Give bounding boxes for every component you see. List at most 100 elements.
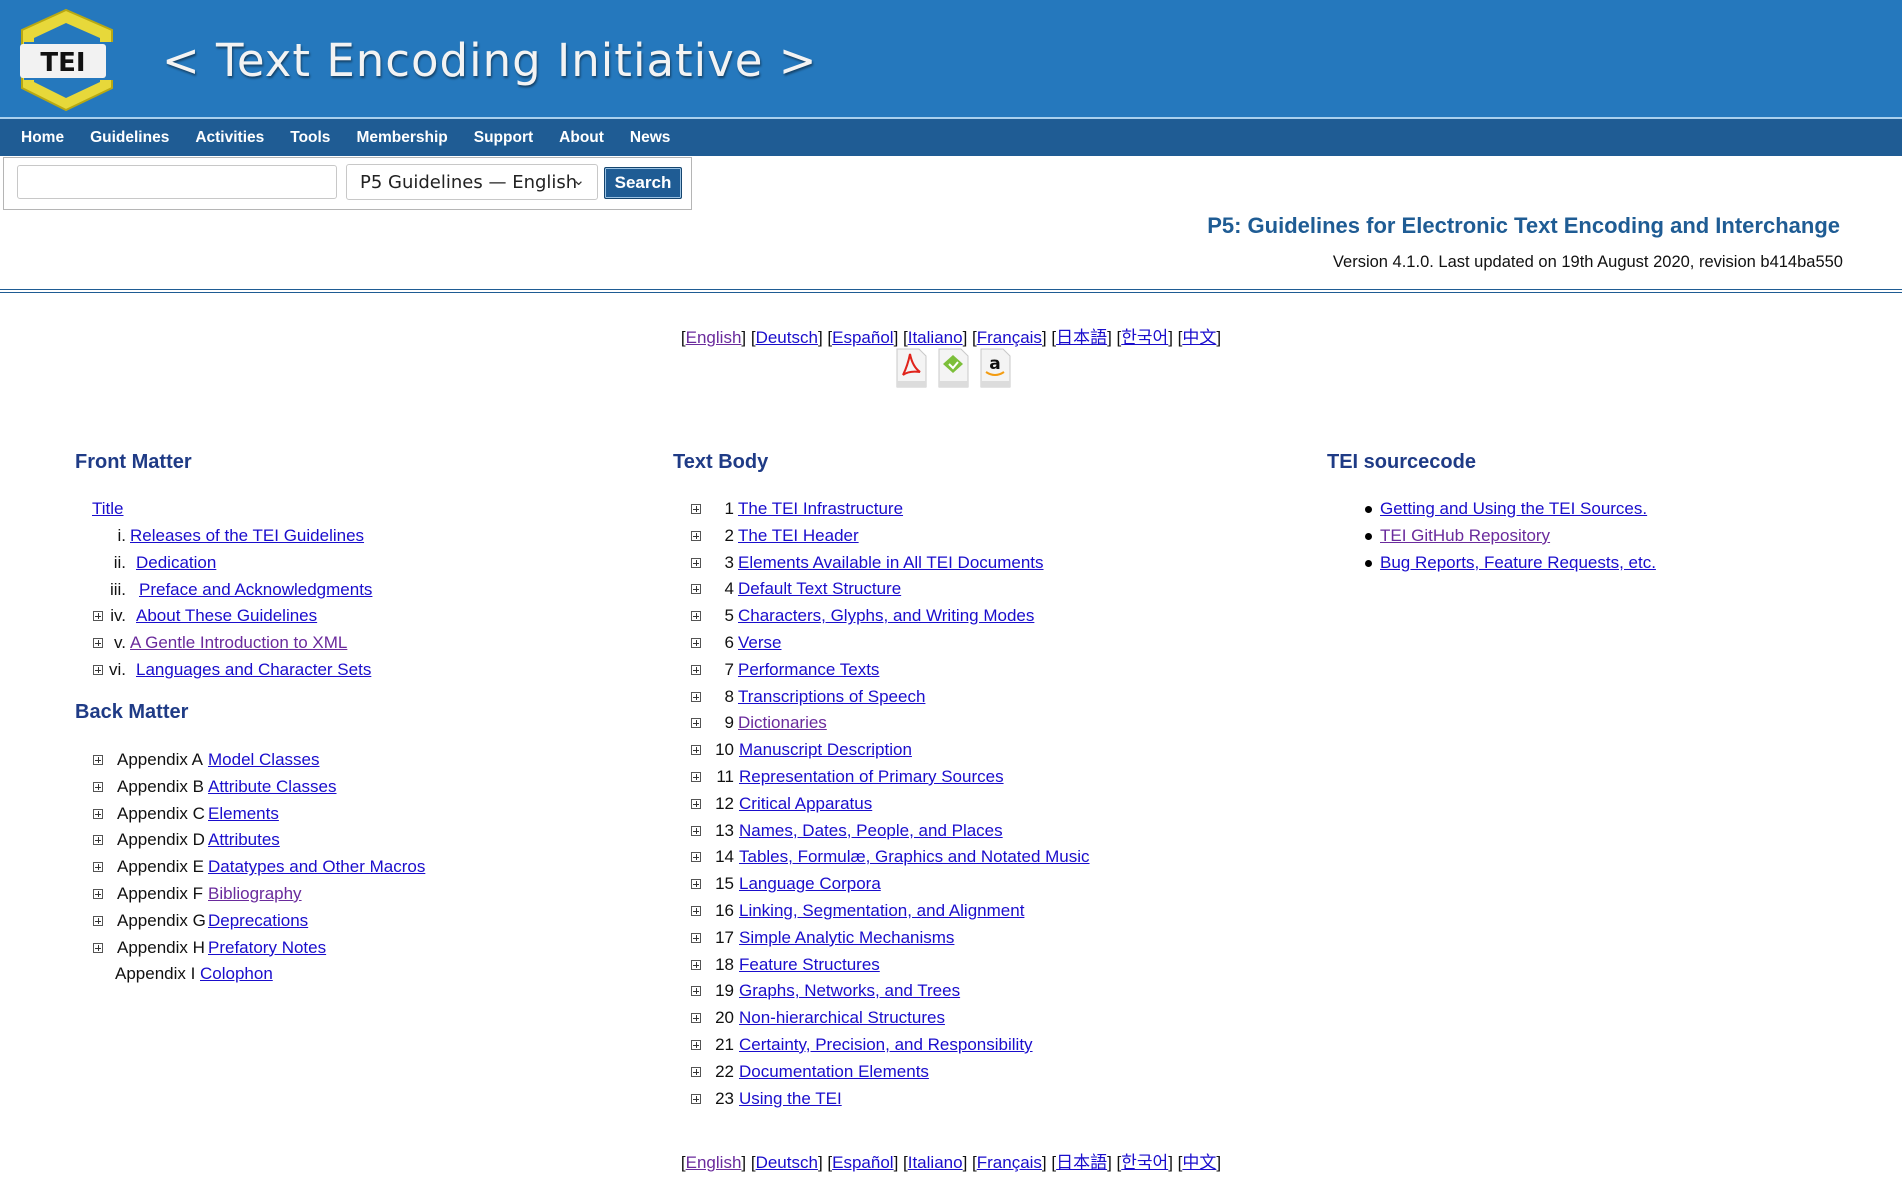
chapter-number: 15 — [715, 874, 734, 894]
toc-row: 9 Dictionaries — [0, 712, 1200, 734]
lang-link-korean[interactable]: 한국어 — [1121, 1153, 1168, 1172]
bullet-icon — [1365, 506, 1372, 513]
expand-toggle-icon[interactable] — [691, 664, 701, 675]
lang-link-japanese[interactable]: 日本語 — [1056, 1153, 1107, 1172]
search-input[interactable] — [17, 165, 337, 199]
toc-row: 14 Tables, Formulæ, Graphics and Notated … — [0, 846, 1200, 868]
sourcecode-link[interactable]: TEI GitHub Repository — [1380, 525, 1550, 547]
text-body-heading: Text Body — [673, 451, 769, 473]
version-info: Version 4.1.0. Last updated on 19th Augu… — [1332, 253, 1843, 271]
lang-link-japanese[interactable]: 日本語 — [1056, 328, 1107, 347]
toc-row: 21 Certainty, Precision, and Responsibili… — [0, 1034, 1200, 1056]
expand-toggle-icon[interactable] — [691, 611, 701, 622]
chapter-link[interactable]: Certainty, Precision, and Responsibility — [739, 1034, 1033, 1056]
expand-toggle-icon[interactable] — [691, 932, 701, 943]
chapter-link[interactable]: Transcriptions of Speech — [738, 686, 925, 708]
lang-link-deutsch[interactable]: Deutsch — [756, 1153, 818, 1172]
lang-link-espanol[interactable]: Español — [832, 328, 893, 347]
chapter-link[interactable]: Graphs, Networks, and Trees — [739, 980, 960, 1002]
expand-toggle-icon[interactable] — [691, 825, 701, 836]
list-item: Bug Reports, Feature Requests, etc. — [0, 552, 1800, 574]
chapter-link[interactable]: Documentation Elements — [739, 1061, 929, 1083]
chapter-link[interactable]: Critical Apparatus — [739, 793, 872, 815]
lang-link-english[interactable]: English — [686, 1153, 742, 1172]
chapter-link[interactable]: Feature Structures — [739, 954, 880, 976]
chapter-link[interactable]: Simple Analytic Mechanisms — [739, 927, 954, 949]
chapter-number: 7 — [724, 659, 734, 679]
pdf-icon[interactable] — [893, 347, 929, 390]
expand-toggle-icon[interactable] — [691, 798, 701, 809]
expand-toggle-icon[interactable] — [691, 1040, 701, 1050]
chapter-link[interactable]: Language Corpora — [739, 873, 881, 895]
chapter-link[interactable]: Non-hierarchical Structures — [739, 1007, 945, 1029]
lang-link-chinese[interactable]: 中文 — [1182, 328, 1216, 347]
chapter-link[interactable]: Dictionaries — [738, 712, 827, 734]
nav-item-support[interactable]: Support — [461, 129, 546, 147]
page-title: P5: Guidelines for Electronic Text Encod… — [1207, 213, 1840, 238]
chapter-number: 9 — [724, 713, 734, 733]
chapter-link[interactable]: Characters, Glyphs, and Writing Modes — [738, 605, 1034, 627]
expand-toggle-icon[interactable] — [691, 906, 701, 916]
nav-item-activities[interactable]: Activities — [182, 129, 277, 147]
toc-row: 4 Default Text Structure — [0, 578, 1200, 600]
chapter-number: 8 — [724, 686, 734, 706]
chapter-number: 10 — [715, 740, 734, 760]
nav-item-membership[interactable]: Membership — [343, 129, 460, 147]
lang-link-francais[interactable]: Français — [977, 1153, 1042, 1172]
expand-toggle-icon[interactable] — [691, 852, 701, 863]
lang-link-espanol[interactable]: Español — [832, 1153, 893, 1172]
chapter-link[interactable]: Manuscript Description — [739, 739, 912, 761]
toc-row: 16 Linking, Segmentation, and Alignment — [0, 900, 1200, 922]
chapter-link[interactable]: Performance Texts — [738, 659, 879, 681]
expand-toggle-icon[interactable] — [691, 584, 701, 595]
chapter-link[interactable]: Names, Dates, People, and Places — [739, 820, 1003, 842]
expand-toggle-icon[interactable] — [691, 638, 701, 648]
chapter-link[interactable]: Tables, Formulæ, Graphics and Notated Mu… — [739, 846, 1090, 868]
nav-item-about[interactable]: About — [546, 129, 617, 147]
nav-item-home[interactable]: Home — [8, 129, 77, 147]
nav-item-guidelines[interactable]: Guidelines — [77, 129, 182, 147]
chapter-link[interactable]: Representation of Primary Sources — [739, 766, 1004, 788]
lang-link-italiano[interactable]: Italiano — [908, 1153, 963, 1172]
guidelines-language-select[interactable]: P5 Guidelines — English ⌄ — [346, 164, 598, 200]
expand-toggle-icon[interactable] — [691, 1093, 701, 1104]
site-title: < Text Encoding Initiative > — [162, 34, 818, 87]
expand-toggle-icon[interactable] — [691, 772, 701, 782]
front-matter-heading: Front Matter — [75, 451, 192, 473]
expand-toggle-icon[interactable] — [691, 986, 701, 997]
toc-row: 22 Documentation Elements — [0, 1061, 1200, 1083]
expand-toggle-icon[interactable] — [691, 691, 701, 702]
expand-toggle-icon[interactable] — [691, 879, 701, 890]
svg-text:a: a — [989, 354, 1000, 374]
chapter-number: 16 — [715, 901, 734, 920]
chapter-link[interactable]: Using the TEI — [739, 1088, 842, 1110]
logo-text: TEI — [40, 48, 85, 78]
chapter-link[interactable]: Verse — [738, 632, 781, 654]
expand-toggle-icon[interactable] — [691, 959, 701, 970]
lang-link-deutsch[interactable]: Deutsch — [756, 328, 818, 347]
lang-link-italiano[interactable]: Italiano — [908, 328, 963, 347]
lang-link-korean[interactable]: 한국어 — [1121, 328, 1168, 347]
chapter-number: 21 — [715, 1035, 734, 1054]
expand-toggle-icon[interactable] — [691, 718, 701, 729]
toc-row: 6 Verse — [0, 632, 1200, 654]
expand-toggle-icon[interactable] — [691, 1013, 701, 1024]
amazon-icon[interactable]: a — [977, 347, 1013, 390]
sourcecode-link[interactable]: Bug Reports, Feature Requests, etc. — [1380, 552, 1656, 574]
sourcecode-link[interactable]: Getting and Using the TEI Sources. — [1380, 498, 1647, 520]
expand-toggle-icon[interactable] — [691, 1066, 701, 1077]
epub-icon[interactable] — [935, 347, 971, 390]
tei-logo[interactable]: TEI — [14, 8, 124, 113]
chapter-link[interactable]: Linking, Segmentation, and Alignment — [739, 900, 1024, 922]
lang-link-francais[interactable]: Français — [977, 328, 1042, 347]
toc-row: 8 Transcriptions of Speech — [0, 686, 1200, 708]
expand-toggle-icon[interactable] — [691, 745, 701, 756]
nav-item-news[interactable]: News — [617, 129, 684, 147]
search-button[interactable]: Search — [604, 167, 682, 199]
nav-item-tools[interactable]: Tools — [277, 129, 343, 147]
select-value: P5 Guidelines — English — [360, 171, 578, 193]
chapter-link[interactable]: Default Text Structure — [738, 578, 901, 600]
chapter-number: 19 — [715, 981, 734, 1001]
lang-link-english[interactable]: English — [686, 328, 742, 347]
lang-link-chinese[interactable]: 中文 — [1182, 1153, 1216, 1172]
